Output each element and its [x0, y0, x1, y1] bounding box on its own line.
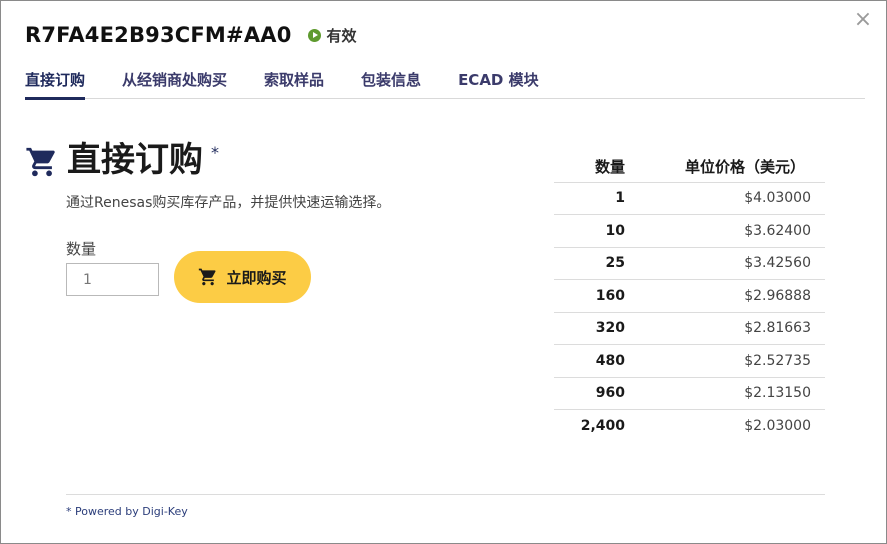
- shopping-cart-icon: [199, 268, 216, 286]
- shopping-cart-icon: [26, 147, 55, 177]
- row-quantity: 160: [554, 279, 625, 313]
- row-price: $2.13150: [625, 377, 825, 410]
- table-row: 160 $2.96888: [554, 279, 825, 313]
- buy-modal: × R7FA4E2B93CFM#AA0 有效 直接订购 从经销商处购买 索取样品…: [0, 0, 887, 544]
- row-price: $2.03000: [744, 418, 811, 434]
- part-number: R7FA4E2B93CFM#AA0: [25, 23, 292, 47]
- row-quantity: 10: [554, 214, 625, 248]
- row-quantity: 480: [554, 344, 625, 378]
- tab-buy-from-distributor[interactable]: 从经销商处购买: [122, 69, 227, 99]
- table-row: 320 $2.81663: [554, 312, 825, 345]
- buy-now-button[interactable]: 立即购买: [174, 251, 311, 303]
- section-title: 直接订购: [67, 140, 203, 180]
- table-row: 2,400 $2.03000: [554, 410, 825, 443]
- unit-price-header: 单位价格（美元）: [625, 151, 825, 183]
- close-icon[interactable]: ×: [852, 9, 874, 31]
- footer-divider: [66, 494, 825, 495]
- row-quantity: 960: [554, 377, 625, 410]
- quantity-header: 数量: [554, 151, 625, 183]
- row-quantity: 25: [554, 247, 625, 280]
- table-header-row: 数量 单位价格（美元）: [554, 151, 825, 183]
- section-description: 通过Renesas购买库存产品，并提供快速运输选择。: [66, 195, 391, 211]
- row-price: $3.42560: [625, 247, 825, 280]
- table-row: 10 $3.62400: [554, 214, 825, 248]
- table-row: 1 $4.03000: [554, 182, 825, 215]
- table-row: 25 $3.42560: [554, 247, 825, 280]
- price-table: 数量 单位价格（美元） 1 $4.03000 10 $3.62400 25 $3…: [554, 151, 825, 442]
- row-quantity: 2,400: [580, 418, 625, 434]
- quantity-label: 数量: [66, 240, 97, 258]
- tab-packaging-info[interactable]: 包装信息: [361, 69, 421, 99]
- tab-direct-order[interactable]: 直接订购: [25, 69, 86, 100]
- powered-by-link[interactable]: * Powered by Digi-Key: [66, 505, 188, 518]
- modal-header: R7FA4E2B93CFM#AA0 有效: [25, 19, 357, 51]
- section-heading: 直接订购 *: [25, 139, 219, 181]
- row-price: $3.62400: [625, 214, 825, 248]
- table-row: 480 $2.52735: [554, 344, 825, 378]
- asterisk-note: *: [211, 143, 219, 162]
- status-text: 有效: [326, 26, 357, 45]
- row-quantity: 320: [554, 312, 625, 345]
- table-row: 960 $2.13150: [554, 377, 825, 410]
- quantity-input[interactable]: [66, 263, 159, 296]
- tab-request-sample[interactable]: 索取样品: [264, 69, 324, 99]
- tab-bar: 直接订购 从经销商处购买 索取样品 包装信息 ECAD 模块: [25, 69, 865, 100]
- row-price: $4.03000: [625, 182, 825, 215]
- row-quantity: 1: [554, 182, 625, 215]
- row-price: $2.52735: [625, 344, 825, 378]
- status-icon: [307, 28, 321, 42]
- buy-now-label: 立即购买: [226, 268, 287, 287]
- tab-ecad-module[interactable]: ECAD 模块: [458, 69, 539, 99]
- row-price: $2.81663: [625, 312, 825, 345]
- status-badge: 有效: [307, 25, 357, 46]
- row-price: $2.96888: [625, 279, 825, 313]
